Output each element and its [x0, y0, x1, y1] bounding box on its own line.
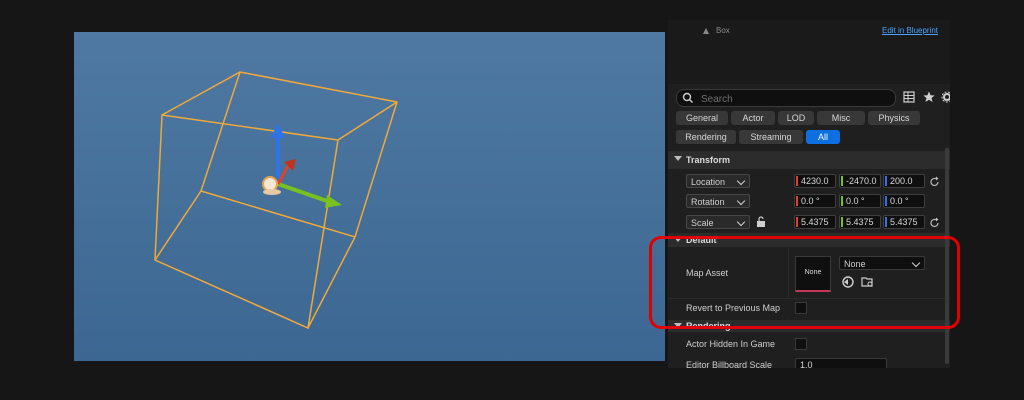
search-box[interactable] — [676, 89, 896, 107]
rotation-label: Rotation — [691, 197, 725, 207]
location-y-value: -2470.0 — [846, 176, 877, 186]
location-z-field[interactable]: 200.0 — [883, 174, 925, 188]
chevron-down-icon — [736, 176, 746, 186]
editor-billboard-scale-field[interactable]: 1.0 — [795, 358, 887, 368]
viewport-scene[interactable] — [74, 32, 665, 361]
y-axis-arrowhead — [325, 195, 342, 208]
actor-hidden-in-game-checkbox[interactable] — [795, 338, 807, 350]
rotation-z-value: 0.0 ° — [890, 196, 909, 206]
box-wireframe[interactable] — [154, 71, 398, 330]
z-axis-marker — [885, 176, 887, 186]
tab-actor[interactable]: Actor — [731, 111, 775, 125]
scale-z-value: 5.4375 — [890, 217, 918, 227]
scale-y-value: 5.4375 — [846, 217, 874, 227]
rotation-mode-dropdown[interactable]: Rotation — [686, 194, 750, 208]
location-x-field[interactable]: 4230.0 — [794, 174, 836, 188]
editor-billboard-scale-label: Editor Billboard Scale — [686, 360, 773, 368]
tab-misc[interactable]: Misc — [817, 111, 865, 125]
reset-to-default-icon[interactable] — [930, 217, 940, 227]
tab-streaming[interactable]: Streaming — [739, 130, 803, 144]
scale-label: Scale — [691, 218, 714, 228]
search-input[interactable] — [699, 91, 883, 107]
edit-in-blueprint-link[interactable]: Edit in Blueprint — [882, 26, 938, 35]
lock-icon[interactable] — [756, 216, 766, 229]
reset-to-default-icon[interactable] — [930, 176, 940, 186]
chevron-down-icon — [736, 196, 746, 206]
location-label: Location — [691, 177, 726, 187]
level-viewport[interactable] — [74, 32, 665, 361]
x-axis-marker — [796, 196, 798, 206]
y-axis-marker — [841, 176, 843, 186]
scale-z-field[interactable]: 5.4375 — [883, 215, 925, 229]
location-y-field[interactable]: -2470.0 — [839, 174, 881, 188]
component-icon — [702, 27, 710, 35]
location-mode-dropdown[interactable]: Location — [686, 174, 750, 188]
y-axis-marker — [841, 217, 843, 227]
actor-hidden-in-game-row: Actor Hidden In Game — [668, 334, 950, 354]
x-axis-marker — [796, 217, 798, 227]
transform-location-row: Location 4230.0 -2470.0 200.0 — [668, 170, 950, 190]
rotation-y-field[interactable]: 0.0 ° — [839, 194, 881, 208]
tab-general[interactable]: General — [676, 111, 728, 125]
table-view-icon[interactable] — [902, 90, 916, 104]
section-transform-header[interactable]: Transform — [668, 151, 950, 169]
editor-billboard-scale-row: Editor Billboard Scale 1.0 — [668, 356, 950, 368]
component-label: Box — [716, 26, 730, 35]
x-axis-marker — [796, 176, 798, 186]
rotation-z-field[interactable]: 0.0 ° — [883, 194, 925, 208]
chevron-down-icon — [736, 217, 746, 227]
transform-gizmo[interactable] — [262, 123, 342, 208]
highlight-annotation — [649, 236, 960, 329]
scale-x-value: 5.4375 — [801, 217, 829, 227]
location-z-value: 200.0 — [890, 176, 913, 186]
z-axis-marker — [885, 196, 887, 206]
actor-pivot-icon — [262, 176, 278, 192]
z-axis-marker — [885, 217, 887, 227]
rotation-y-value: 0.0 ° — [846, 196, 865, 206]
transform-rotation-row: Rotation 0.0 ° 0.0 ° 0.0 ° — [668, 191, 950, 211]
scale-x-field[interactable]: 5.4375 — [794, 215, 836, 229]
scale-y-field[interactable]: 5.4375 — [839, 215, 881, 229]
components-tree: Box Edit in Blueprint — [668, 20, 950, 84]
favorites-star-icon[interactable] — [922, 90, 936, 104]
collapse-arrow-icon — [674, 156, 682, 161]
scale-mode-dropdown[interactable]: Scale — [686, 215, 750, 229]
transform-scale-row: Scale 5.4375 5.4375 5.4375 — [668, 212, 950, 232]
y-axis-marker — [841, 196, 843, 206]
actor-base-icon — [263, 189, 281, 195]
actor-hidden-in-game-label: Actor Hidden In Game — [686, 339, 776, 349]
y-axis-arrow — [277, 182, 331, 204]
settings-gear-icon[interactable] — [940, 90, 950, 104]
tab-rendering[interactable]: Rendering — [676, 130, 736, 144]
location-x-value: 4230.0 — [801, 176, 829, 186]
tab-all[interactable]: All — [806, 130, 840, 144]
component-row-box[interactable]: Box — [702, 26, 730, 35]
editor-billboard-scale-value: 1.0 — [800, 360, 813, 368]
section-title: Transform — [686, 155, 731, 165]
tab-physics[interactable]: Physics — [868, 111, 920, 125]
tab-lod[interactable]: LOD — [778, 111, 814, 125]
search-icon — [682, 92, 694, 106]
rotation-x-value: 0.0 ° — [801, 196, 820, 206]
rotation-x-field[interactable]: 0.0 ° — [794, 194, 836, 208]
